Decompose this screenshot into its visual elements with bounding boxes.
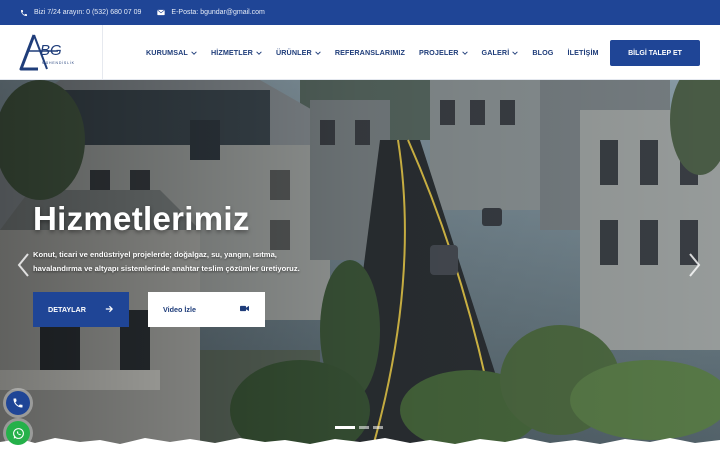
topbar-phone-text: Bizi 7/24 arayın: 0 (532) 680 07 09 <box>34 9 142 16</box>
topbar-email[interactable]: E-Posta: bgundar@gmail.com <box>157 9 265 16</box>
phone-icon <box>21 9 27 16</box>
nav-item-hizmetler[interactable]: HİZMETLER <box>211 48 262 57</box>
slider-dot-2[interactable] <box>359 426 369 429</box>
hero-subtitle: Konut, ticari ve endüstriyel projelerde;… <box>33 250 300 273</box>
video-camera-icon <box>240 305 249 312</box>
chevron-right-icon[interactable] <box>686 252 702 278</box>
site-logo[interactable]: BG MÜHENDİSLİK <box>18 31 82 73</box>
nav-item-urunler[interactable]: ÜRÜNLER <box>276 48 321 57</box>
nav-item-projeler[interactable]: PROJELER <box>419 48 468 57</box>
nav-item-blog[interactable]: BLOG <box>532 48 553 57</box>
watch-video-label: Video İzle <box>163 305 197 314</box>
slider-dot-1[interactable] <box>335 426 355 429</box>
main-navbar: BG MÜHENDİSLİK KURUMSAL HİZMETLER ÜRÜNLE… <box>0 25 720 80</box>
topbar-email-text: E-Posta: bgundar@gmail.com <box>171 9 265 16</box>
hero-slider: Hizmetlerimiz Konut, ticari ve endüstriy… <box>0 80 720 450</box>
chevron-down-icon <box>191 50 197 55</box>
nav-item-referanslarimiz[interactable]: REFERANSLARIMIZ <box>335 48 405 57</box>
chevron-down-icon <box>512 50 519 55</box>
slider-dot-3[interactable] <box>373 426 383 429</box>
whatsapp-button[interactable] <box>6 421 30 445</box>
nav-item-galeri[interactable]: GALERİ <box>482 48 519 57</box>
chevron-down-icon <box>461 50 468 55</box>
chevron-down-icon <box>256 50 262 55</box>
logo-tagline: MÜHENDİSLİK <box>42 60 75 65</box>
chevron-down-icon <box>315 50 321 55</box>
nav-menu: KURUMSAL HİZMETLER ÜRÜNLER REFERANSLARIM… <box>146 25 613 80</box>
whatsapp-icon <box>12 427 24 439</box>
slider-pagination <box>335 426 387 429</box>
nav-item-iletisim[interactable]: İLETİŞİM <box>567 48 598 57</box>
call-button[interactable] <box>6 391 30 415</box>
torn-edge-divider <box>0 438 720 450</box>
details-button-label: DETAYLAR <box>48 305 86 314</box>
nav-divider <box>102 25 103 80</box>
nav-item-kurumsal[interactable]: KURUMSAL <box>146 48 197 57</box>
watch-video-button[interactable]: Video İzle <box>148 292 265 327</box>
details-button[interactable]: DETAYLAR <box>33 292 129 327</box>
logo-letters: BG <box>40 42 62 59</box>
arrow-right-icon <box>105 305 113 313</box>
mail-icon <box>157 9 166 16</box>
hero-title: Hizmetlerimiz <box>33 200 250 237</box>
topbar-phone[interactable]: Bizi 7/24 arayın: 0 (532) 680 07 09 <box>20 9 141 17</box>
top-contact-bar: Bizi 7/24 arayın: 0 (532) 680 07 09 E-Po… <box>0 0 720 25</box>
phone-icon <box>13 398 23 408</box>
chevron-left-icon[interactable] <box>16 252 32 278</box>
info-request-button[interactable]: BİLGİ TALEP ET <box>610 40 700 66</box>
